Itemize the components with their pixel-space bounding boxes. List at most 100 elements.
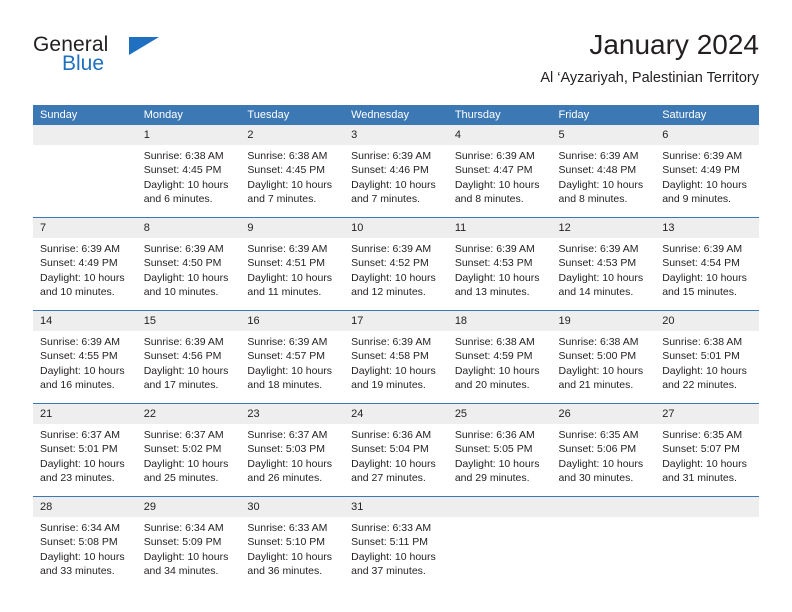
calendar-day-cell[interactable]: 7 Sunrise: 6:39 AM Sunset: 4:49 PM Daylight…	[33, 217, 137, 311]
day-detail-line: Daylight: 10 hours	[558, 178, 644, 191]
day-detail-line: Sunrise: 6:39 AM	[662, 150, 743, 162]
day-detail-line: Sunrise: 6:39 AM	[247, 336, 328, 348]
day-detail-line: Sunrise: 6:38 AM	[558, 336, 639, 348]
weekday-header-monday: Monday	[136, 105, 241, 125]
calendar-body: 1 Sunrise: 6:38 AM Sunset: 4:45 PM Daylight…	[33, 125, 759, 589]
calendar-day-cell[interactable]: 22 Sunrise: 6:37 AM Sunset: 5:02 PM Dayligh…	[136, 403, 241, 497]
day-detail-line: Sunset: 4:58 PM	[351, 350, 429, 363]
calendar-day-cell[interactable]: 27 Sunrise: 6:35 AM Sunset: 5:07 PM Dayligh…	[655, 403, 759, 497]
page-header: General Blue January 2024 Al ‘Ayzariyah,…	[33, 28, 759, 98]
calendar-day-cell[interactable]: 1 Sunrise: 6:38 AM Sunset: 4:45 PM Daylight…	[136, 125, 241, 218]
calendar-day-cell[interactable]: 8 Sunrise: 6:39 AM Sunset: 4:50 PM Daylight…	[136, 217, 241, 311]
day-detail-line: Sunrise: 6:38 AM	[247, 150, 328, 162]
calendar-cell-empty	[655, 496, 759, 589]
blue-triangle-icon	[129, 37, 159, 55]
calendar-day-cell[interactable]: 31 Sunrise: 6:33 AM Sunset: 5:11 PM Dayligh…	[344, 496, 448, 589]
calendar-day-cell[interactable]: 15 Sunrise: 6:39 AM Sunset: 4:56 PM Dayligh…	[136, 310, 241, 404]
day-detail-line: Sunrise: 6:39 AM	[40, 336, 120, 348]
day-detail-line: Sunset: 4:54 PM	[662, 257, 740, 270]
calendar-day-cell[interactable]: 19 Sunrise: 6:38 AM Sunset: 5:00 PM Dayligh…	[551, 310, 656, 404]
day-details: Sunrise: 6:39 AM Sunset: 4:52 PM Daylight:…	[344, 238, 448, 310]
day-detail-line: Sunrise: 6:37 AM	[40, 429, 120, 441]
day-detail-line: and 13 minutes.	[454, 286, 530, 299]
day-detail-line: Sunrise: 6:33 AM	[351, 522, 432, 534]
calendar-day-cell[interactable]: 6 Sunrise: 6:39 AM Sunset: 4:49 PM Daylight…	[655, 125, 759, 218]
day-detail-line: Sunrise: 6:37 AM	[143, 429, 224, 441]
day-detail-line: Sunrise: 6:34 AM	[143, 522, 224, 534]
day-detail-line: Sunset: 5:08 PM	[40, 536, 118, 549]
day-detail-line: Sunrise: 6:39 AM	[351, 336, 432, 348]
calendar-page: General Blue January 2024 Al ‘Ayzariyah,…	[0, 0, 792, 612]
day-detail-line: and 23 minutes.	[40, 472, 115, 485]
day-number: 13	[655, 218, 759, 238]
calendar-day-cell[interactable]: 28 Sunrise: 6:34 AM Sunset: 5:08 PM Dayligh…	[33, 496, 137, 589]
day-number: 27	[655, 404, 759, 424]
calendar-day-cell[interactable]: 2 Sunrise: 6:38 AM Sunset: 4:45 PM Daylight…	[240, 125, 345, 218]
calendar-day-cell[interactable]: 30 Sunrise: 6:33 AM Sunset: 5:10 PM Dayligh…	[240, 496, 345, 589]
day-number	[655, 497, 759, 517]
day-details: Sunrise: 6:39 AM Sunset: 4:50 PM Daylight:…	[137, 238, 241, 310]
day-detail-line: Daylight: 10 hours	[351, 364, 436, 377]
day-number: 5	[551, 125, 656, 145]
day-number: 30	[240, 497, 345, 517]
day-detail-line: Sunrise: 6:39 AM	[662, 243, 743, 255]
calendar-day-cell[interactable]: 26 Sunrise: 6:35 AM Sunset: 5:06 PM Dayligh…	[551, 403, 656, 497]
day-detail-line: Daylight: 10 hours	[247, 457, 333, 470]
day-details: Sunrise: 6:39 AM Sunset: 4:57 PM Daylight:…	[240, 331, 344, 403]
day-detail-line: and 20 minutes.	[454, 379, 530, 392]
day-number: 31	[344, 497, 448, 517]
day-detail-line: and 17 minutes.	[143, 379, 219, 392]
calendar-day-cell[interactable]: 18 Sunrise: 6:38 AM Sunset: 4:59 PM Dayligh…	[447, 310, 552, 404]
day-number: 23	[240, 404, 345, 424]
day-detail-line: and 25 minutes.	[143, 472, 219, 485]
calendar-day-cell[interactable]: 11 Sunrise: 6:39 AM Sunset: 4:53 PM Dayligh…	[447, 217, 552, 311]
calendar-day-cell[interactable]: 3 Sunrise: 6:39 AM Sunset: 4:46 PM Daylight…	[344, 125, 448, 218]
calendar-day-cell[interactable]: 20 Sunrise: 6:38 AM Sunset: 5:01 PM Dayligh…	[655, 310, 759, 404]
calendar-day-cell[interactable]: 14 Sunrise: 6:39 AM Sunset: 4:55 PM Dayligh…	[33, 310, 137, 404]
day-detail-line: Daylight: 10 hours	[558, 457, 644, 470]
calendar-day-cell[interactable]: 16 Sunrise: 6:39 AM Sunset: 4:57 PM Dayligh…	[240, 310, 345, 404]
day-number	[551, 497, 656, 517]
day-number: 21	[33, 404, 137, 424]
calendar-day-cell[interactable]: 24 Sunrise: 6:36 AM Sunset: 5:04 PM Dayligh…	[344, 403, 448, 497]
day-detail-line: Daylight: 10 hours	[40, 550, 125, 563]
day-details: Sunrise: 6:35 AM Sunset: 5:07 PM Daylight:…	[655, 424, 759, 496]
day-detail-line: and 12 minutes.	[351, 286, 426, 299]
calendar-day-cell[interactable]: 23 Sunrise: 6:37 AM Sunset: 5:03 PM Dayligh…	[240, 403, 345, 497]
general-blue-logo[interactable]: General Blue	[33, 34, 233, 94]
day-detail-line: and 30 minutes.	[558, 472, 634, 485]
calendar-day-cell[interactable]: 10 Sunrise: 6:39 AM Sunset: 4:52 PM Dayligh…	[344, 217, 448, 311]
day-detail-line: Daylight: 10 hours	[40, 457, 125, 470]
calendar-day-cell[interactable]: 5 Sunrise: 6:39 AM Sunset: 4:48 PM Daylight…	[551, 125, 656, 218]
weekday-header-sunday: Sunday	[33, 105, 137, 125]
day-number: 3	[344, 125, 448, 145]
day-number: 26	[551, 404, 656, 424]
day-detail-line: Daylight: 10 hours	[247, 550, 333, 563]
calendar-day-cell[interactable]: 12 Sunrise: 6:39 AM Sunset: 4:53 PM Dayligh…	[551, 217, 656, 311]
day-detail-line: Sunset: 4:59 PM	[454, 350, 533, 363]
day-detail-line: Sunset: 5:03 PM	[247, 443, 326, 456]
day-detail-line: Sunset: 4:49 PM	[40, 257, 118, 270]
calendar-day-cell[interactable]: 29 Sunrise: 6:34 AM Sunset: 5:09 PM Dayligh…	[136, 496, 241, 589]
day-detail-line: Sunset: 4:46 PM	[351, 164, 429, 177]
day-detail-line: Daylight: 10 hours	[351, 457, 436, 470]
calendar-day-cell[interactable]: 4 Sunrise: 6:39 AM Sunset: 4:47 PM Daylight…	[447, 125, 552, 218]
calendar-day-cell[interactable]: 25 Sunrise: 6:36 AM Sunset: 5:05 PM Dayligh…	[447, 403, 552, 497]
day-number: 4	[447, 125, 552, 145]
calendar-day-cell[interactable]: 21 Sunrise: 6:37 AM Sunset: 5:01 PM Dayligh…	[33, 403, 137, 497]
day-detail-line: Sunrise: 6:36 AM	[351, 429, 432, 441]
weekday-header-thursday: Thursday	[447, 105, 552, 125]
calendar-week-row: 1 Sunrise: 6:38 AM Sunset: 4:45 PM Daylight…	[33, 125, 759, 218]
day-detail-line: and 7 minutes.	[247, 193, 317, 206]
day-detail-line: Sunrise: 6:39 AM	[143, 243, 224, 255]
day-number: 14	[33, 311, 137, 331]
day-detail-line: and 16 minutes.	[40, 379, 115, 392]
day-detail-line: and 22 minutes.	[662, 379, 737, 392]
calendar-week-row: 21 Sunrise: 6:37 AM Sunset: 5:01 PM Dayligh…	[33, 403, 759, 497]
calendar-cell-empty	[33, 125, 137, 218]
day-detail-line: Daylight: 10 hours	[351, 550, 436, 563]
calendar-day-cell[interactable]: 13 Sunrise: 6:39 AM Sunset: 4:54 PM Dayligh…	[655, 217, 759, 311]
day-number: 1	[136, 125, 241, 145]
calendar-day-cell[interactable]: 9 Sunrise: 6:39 AM Sunset: 4:51 PM Daylight…	[240, 217, 345, 311]
calendar-day-cell[interactable]: 17 Sunrise: 6:39 AM Sunset: 4:58 PM Dayligh…	[344, 310, 448, 404]
